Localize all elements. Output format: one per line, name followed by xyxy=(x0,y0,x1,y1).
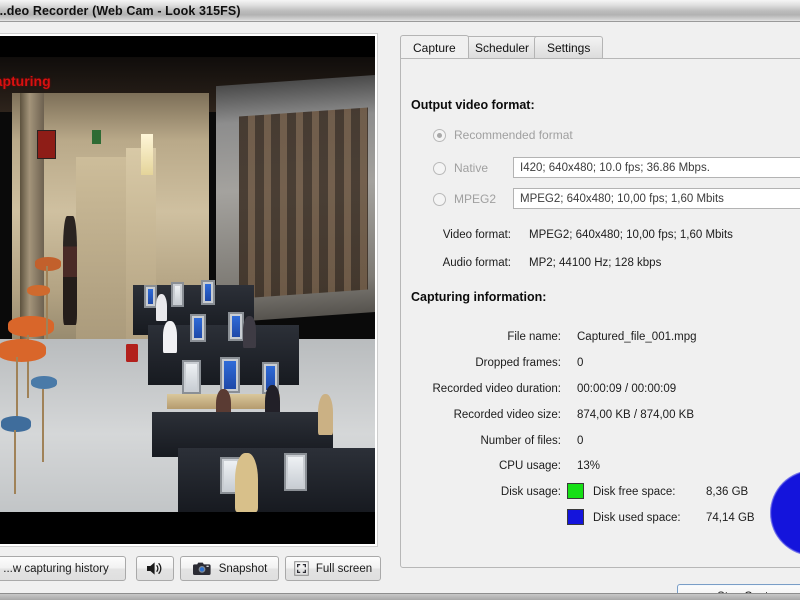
radio-native-icon[interactable] xyxy=(433,161,446,175)
disk-free-color-swatch xyxy=(567,483,584,499)
tab-capture[interactable]: Capture xyxy=(400,35,469,58)
disk-used-space-value: 74,14 GB xyxy=(706,512,755,524)
info-value-cpu-usage: 13% xyxy=(577,460,601,472)
camera-icon xyxy=(192,561,212,576)
speaker-icon xyxy=(146,561,164,576)
audio-format-label: Audio format: xyxy=(442,257,511,269)
fullscreen-label: Full screen xyxy=(315,562,373,575)
radio-recommended-icon[interactable] xyxy=(433,128,446,142)
info-label-cpu-usage: CPU usage: xyxy=(498,460,561,472)
info-value-recorded-duration: 00:00:09 / 00:00:09 xyxy=(577,383,677,395)
info-label-recorded-duration: Recorded video duration: xyxy=(432,383,562,395)
info-value-number-of-files: 0 xyxy=(577,435,584,447)
video-format-label: Video format: xyxy=(442,229,511,241)
disk-used-color-swatch xyxy=(567,509,584,525)
status-bar xyxy=(0,593,800,600)
disk-free-space-label: Disk free space: xyxy=(593,486,676,498)
fullscreen-button[interactable]: Full screen xyxy=(285,556,381,581)
format-option-native-label: Native xyxy=(454,161,489,175)
format-option-mpeg2[interactable]: MPEG2 xyxy=(433,192,496,206)
mpeg2-format-value: MPEG2; 640x480; 10,00 fps; 1,60 Mbits xyxy=(520,192,724,205)
disk-free-space-value: 8,36 GB xyxy=(706,486,749,498)
show-capturing-history-button[interactable]: ...w capturing history xyxy=(0,556,126,581)
tab-scheduler[interactable]: Scheduler xyxy=(462,36,543,58)
audio-format-value: MP2; 44100 Hz; 128 kbps xyxy=(529,257,662,269)
radio-mpeg2-icon[interactable] xyxy=(433,192,446,206)
tab-settings-label: Settings xyxy=(547,40,591,55)
format-option-mpeg2-label: MPEG2 xyxy=(454,192,497,206)
title-bar: ...deo Recorder (Web Cam - Look 315FS) xyxy=(0,0,800,22)
snapshot-label: Snapshot xyxy=(218,562,268,575)
info-value-recorded-size: 874,00 KB / 874,00 KB xyxy=(577,409,695,421)
sound-button[interactable] xyxy=(136,556,174,581)
info-label-recorded-size: Recorded video size: xyxy=(453,409,561,421)
mpeg2-format-input[interactable]: MPEG2; 640x480; 10,00 fps; 1,60 Mbits xyxy=(513,188,800,209)
expand-icon xyxy=(294,561,309,576)
tab-strip: Capture Scheduler Settings xyxy=(400,35,800,58)
video-recorder-window: ...deo Recorder (Web Cam - Look 315FS) .… xyxy=(0,0,800,600)
capturing-indicator-label: ...apturing xyxy=(0,73,51,89)
output-format-section-title: Output video format: xyxy=(411,98,535,112)
capture-tab-panel: Output video format: Recommended format … xyxy=(400,58,800,568)
tab-capture-label: Capture xyxy=(413,40,456,55)
show-capturing-history-label: ...w capturing history xyxy=(3,562,109,575)
info-value-file-name: Captured_file_001.mpg xyxy=(577,331,697,343)
office-scene-image xyxy=(0,57,375,512)
info-label-file-name: File name: xyxy=(507,331,561,343)
info-label-disk-usage: Disk usage: xyxy=(500,486,561,498)
capturing-information-section-title: Capturing information: xyxy=(411,290,547,304)
disk-used-space-label: Disk used space: xyxy=(593,512,681,524)
info-value-dropped-frames: 0 xyxy=(577,357,584,369)
format-option-native[interactable]: Native xyxy=(433,161,488,175)
info-label-dropped-frames: Dropped frames: xyxy=(475,357,561,369)
video-surface[interactable]: ...apturing xyxy=(0,36,375,544)
video-format-value: MPEG2; 640x480; 10,00 fps; 1,60 Mbits xyxy=(529,229,733,241)
window-title: ...deo Recorder (Web Cam - Look 315FS) xyxy=(0,3,241,18)
native-format-value: I420; 640x480; 10.0 fps; 36.86 Mbps. xyxy=(520,161,710,174)
tab-scheduler-label: Scheduler xyxy=(475,40,530,55)
info-label-number-of-files: Number of files: xyxy=(480,435,561,447)
format-option-recommended[interactable]: Recommended format xyxy=(433,128,573,142)
video-preview-panel: ...apturing xyxy=(0,33,378,547)
native-format-input[interactable]: I420; 640x480; 10.0 fps; 36.86 Mbps. xyxy=(513,157,800,178)
snapshot-button[interactable]: Snapshot xyxy=(180,556,279,581)
format-option-recommended-label: Recommended format xyxy=(454,128,573,142)
window-body: ...apturing xyxy=(0,22,800,600)
tab-settings[interactable]: Settings xyxy=(534,36,604,58)
video-frame xyxy=(0,57,375,512)
